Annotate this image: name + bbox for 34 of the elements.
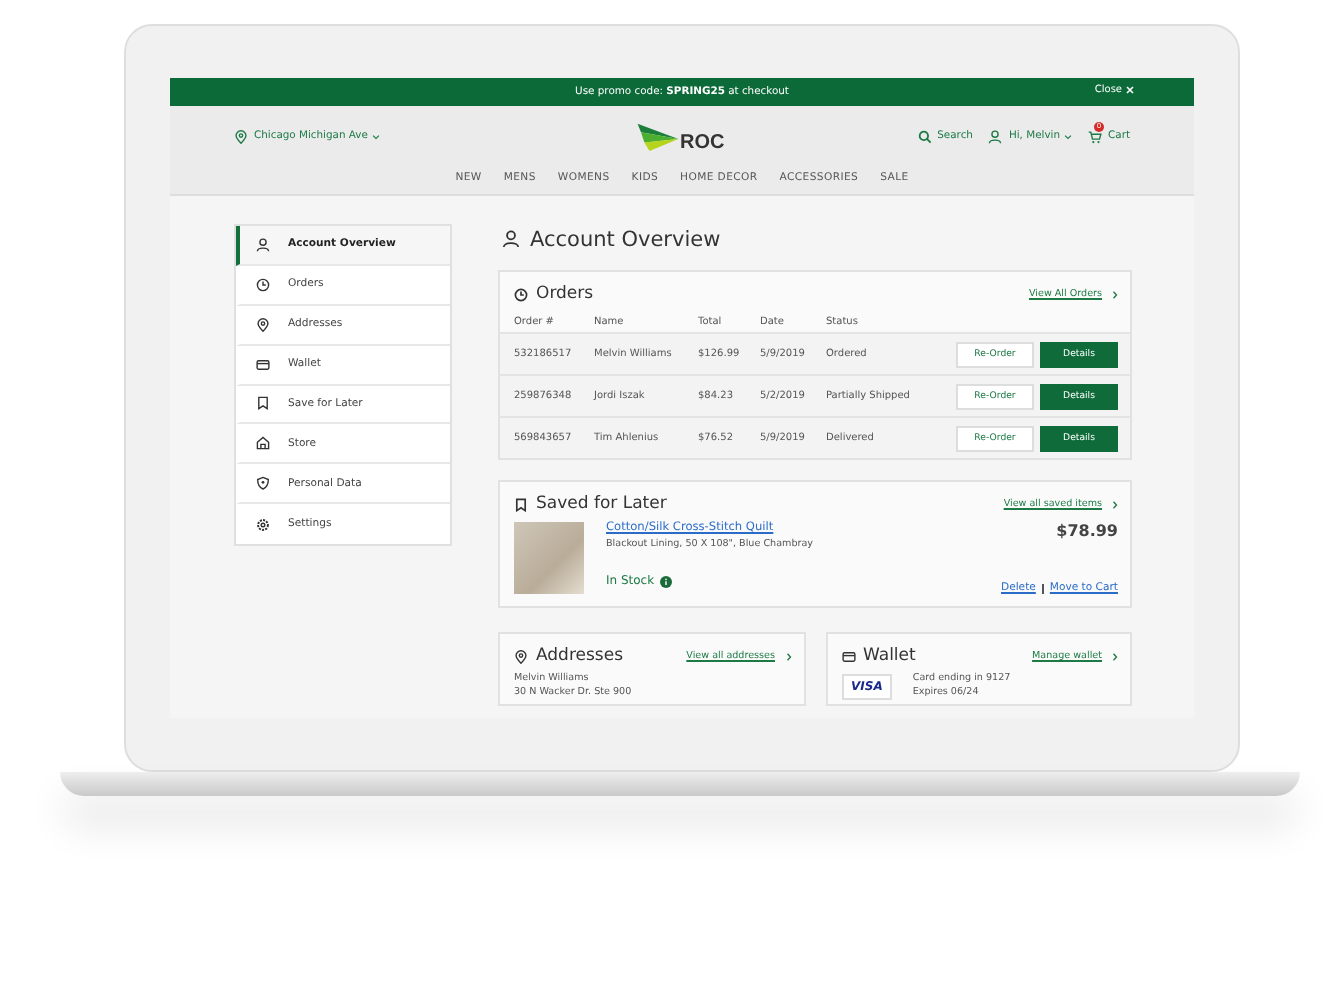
- photo-placeholder: [514, 522, 584, 594]
- shield-icon: [256, 476, 270, 491]
- page-title: Account Overview: [530, 227, 721, 251]
- location-pin-icon: [256, 317, 270, 332]
- close-icon: [1126, 86, 1134, 94]
- chevron-right-icon: [1112, 499, 1118, 509]
- price: $78.99: [1056, 522, 1118, 540]
- chevron-right-icon: [1112, 289, 1118, 299]
- card-icon: [256, 357, 270, 372]
- house-icon: [256, 436, 270, 451]
- chevron-right-icon: [1112, 651, 1118, 661]
- wing-logo-icon: [636, 122, 680, 156]
- chevron-right-icon: [785, 651, 791, 661]
- gear-icon: [256, 517, 270, 532]
- cart-icon: [1088, 129, 1103, 143]
- card-icon: [841, 649, 855, 663]
- chevron-down-icon: [1064, 133, 1073, 139]
- logo-text: ROC: [680, 132, 725, 154]
- chevron-down-icon: [371, 133, 380, 139]
- clock-icon: [514, 287, 528, 301]
- bookmark-icon: [514, 497, 528, 511]
- card-title: Saved for Later: [536, 494, 667, 514]
- person-icon: [502, 230, 520, 248]
- person-icon: [256, 237, 270, 252]
- location-pin-icon: [234, 129, 248, 143]
- card-title: Orders: [536, 284, 594, 304]
- bookmark-icon: [256, 396, 270, 411]
- search-icon: [917, 129, 932, 143]
- location-pin-icon: [514, 649, 528, 663]
- card-title: Addresses: [536, 646, 624, 666]
- person-icon: [988, 129, 1003, 143]
- card-title: Wallet: [863, 646, 916, 666]
- info-icon: [660, 575, 673, 587]
- clock-icon: [256, 277, 270, 292]
